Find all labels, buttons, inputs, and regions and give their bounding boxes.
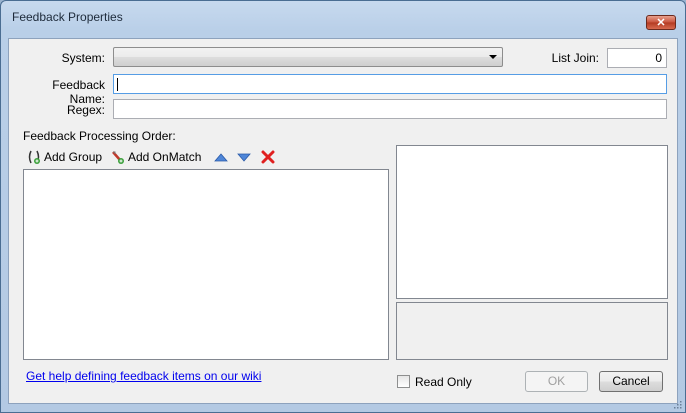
move-down-button[interactable] xyxy=(237,149,251,165)
read-only-checkbox[interactable] xyxy=(397,375,410,388)
add-onmatch-label: Add OnMatch xyxy=(128,150,202,164)
add-group-icon xyxy=(28,150,40,164)
list-join-field[interactable]: 0 xyxy=(607,48,667,68)
window-title: Feedback Properties xyxy=(12,10,123,24)
regex-field[interactable] xyxy=(113,99,667,119)
arrow-up-icon xyxy=(214,153,228,162)
description-panel xyxy=(396,302,668,360)
ok-button[interactable]: OK xyxy=(525,371,588,392)
system-label: System: xyxy=(61,51,105,65)
feedback-name-label: Feedback Name: xyxy=(52,78,105,106)
dialog-client-area: System: List Join: 0 Feedback Name: Rege… xyxy=(8,38,678,404)
processing-order-label: Feedback Processing Order: xyxy=(23,129,176,143)
feedback-properties-window: Feedback Properties ✕ System: List Join:… xyxy=(0,0,686,413)
delete-button[interactable] xyxy=(261,149,275,165)
close-icon: ✕ xyxy=(656,17,666,29)
chevron-down-icon xyxy=(489,55,497,59)
add-onmatch-button[interactable]: Add OnMatch xyxy=(111,149,201,165)
arrow-down-icon xyxy=(237,153,251,162)
move-up-button[interactable] xyxy=(214,149,228,165)
title-bar: Feedback Properties ✕ xyxy=(1,1,685,31)
close-button[interactable]: ✕ xyxy=(646,15,676,30)
feedback-name-field[interactable] xyxy=(113,74,667,94)
property-grid-panel[interactable] xyxy=(396,145,668,299)
text-caret xyxy=(117,78,118,91)
regex-label: Regex: xyxy=(66,103,105,117)
feedback-order-tree[interactable] xyxy=(23,169,389,360)
list-join-label: List Join: xyxy=(551,51,599,65)
delete-x-icon xyxy=(261,150,275,164)
add-group-button[interactable]: Add Group xyxy=(27,149,102,165)
add-group-label: Add Group xyxy=(44,150,103,164)
add-onmatch-icon xyxy=(112,151,124,164)
read-only-label: Read Only xyxy=(415,375,472,389)
help-wiki-link[interactable]: Get help defining feedback items on our … xyxy=(26,369,261,383)
cancel-button[interactable]: Cancel xyxy=(599,371,663,392)
system-dropdown[interactable] xyxy=(113,47,503,67)
resize-grip-icon[interactable] xyxy=(674,401,682,409)
